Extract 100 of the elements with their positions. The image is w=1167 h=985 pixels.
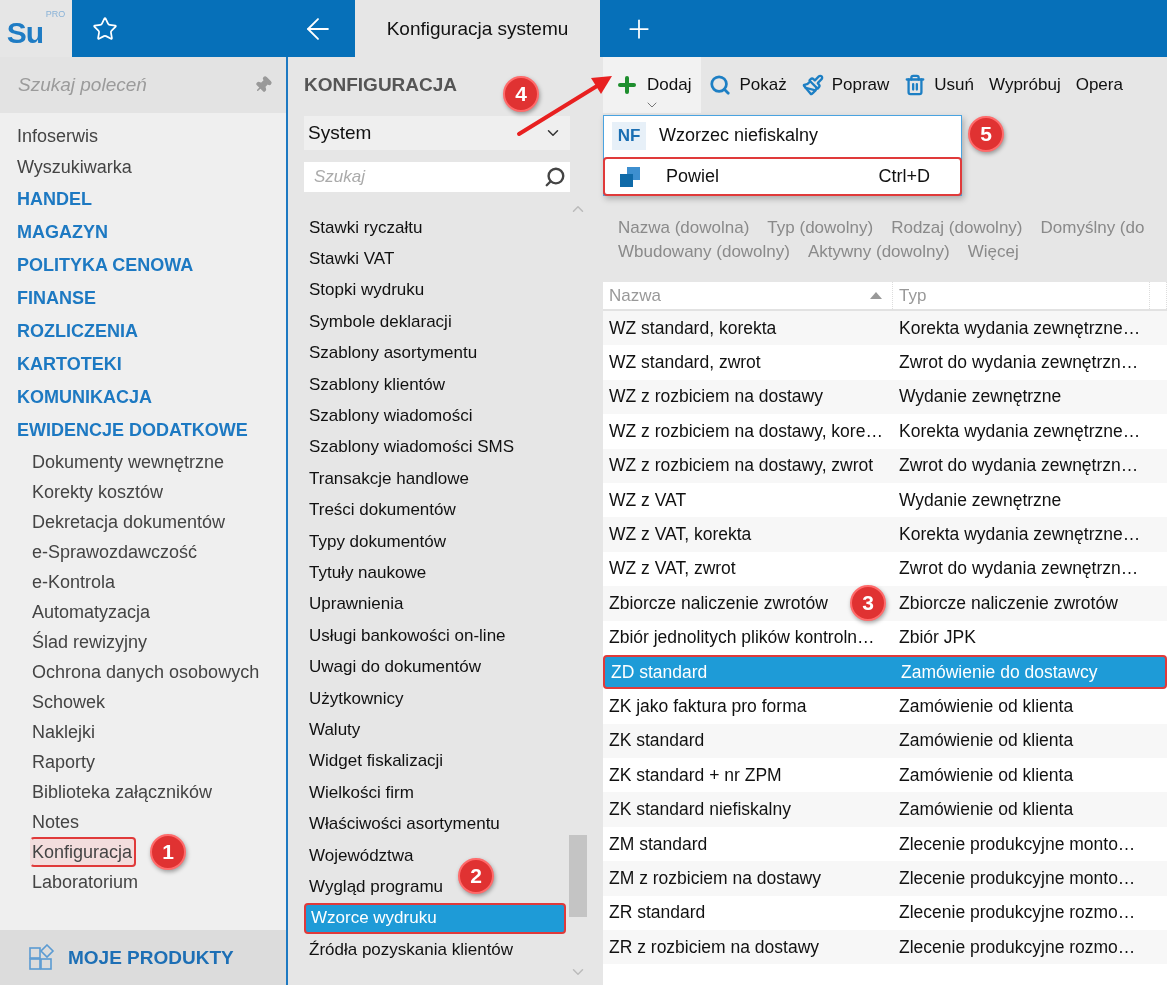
search-placeholder: Szukaj poleceń bbox=[18, 74, 147, 96]
config-list-item[interactable]: Źródła pozyskania klientów bbox=[304, 934, 518, 966]
nav-item[interactable]: Konfiguracja bbox=[30, 837, 137, 867]
table-row[interactable]: ZK standard niefiskalny Zamówienie od klienta bbox=[603, 792, 1167, 827]
nav-section[interactable]: EWIDENCJE DODATKOWE bbox=[17, 414, 248, 447]
nav-item[interactable]: Naklejki bbox=[32, 717, 96, 747]
config-list-item[interactable]: Tytuły naukowe bbox=[304, 557, 431, 589]
nav-section[interactable]: KARTOTEKI bbox=[17, 348, 122, 381]
nav-section[interactable]: MAGAZYN bbox=[17, 216, 108, 249]
table-cell: Zbiór jednolitych plików kontroln… bbox=[609, 627, 875, 649]
toolbar-button[interactable]: Dodaj bbox=[603, 57, 702, 113]
config-list-item[interactable]: Szablony wiadomości bbox=[304, 400, 477, 432]
table-cell: ZR standard bbox=[609, 902, 706, 924]
toolbar-button[interactable]: Popraw bbox=[793, 57, 897, 113]
nav-item[interactable]: Korekty kosztów bbox=[32, 477, 164, 507]
table-row[interactable]: WZ z VAT, korekta Korekta wydania zewnętrzne… bbox=[603, 517, 1167, 552]
nav-item[interactable]: Infoserwis bbox=[17, 121, 99, 152]
table-row[interactable]: WZ z rozbiciem na dostawy, zwrot Zwrot do wydania zewnętrzn… bbox=[603, 448, 1167, 483]
table-cell: Zwrot do wydania zewnętrzn… bbox=[899, 352, 1139, 374]
config-list-item[interactable]: Stawki VAT bbox=[304, 243, 399, 275]
config-list-item[interactable]: Szablony klientów bbox=[304, 368, 450, 401]
nav-item[interactable]: e-Kontrola bbox=[32, 567, 116, 597]
config-list-item[interactable]: Wielkości firm bbox=[304, 777, 418, 809]
nav-item[interactable]: Ochrona danych osobowych bbox=[32, 657, 260, 687]
table-cell: Zlecenie produkcyjne rozmo… bbox=[899, 902, 1136, 924]
table-cell: WZ z rozbiciem na dostawy bbox=[609, 386, 823, 408]
table-cell: WZ z VAT, korekta bbox=[609, 524, 752, 546]
table-cell: Zwrot do wydania zewnętrzn… bbox=[899, 455, 1139, 477]
table-cell: WZ standard, korekta bbox=[609, 317, 777, 339]
table-cell: Zwrot do wydania zewnętrzn… bbox=[899, 558, 1139, 580]
nav-section[interactable]: FINANSE bbox=[17, 282, 96, 315]
nav-item[interactable]: Biblioteka załączników bbox=[32, 777, 213, 807]
nav-item[interactable]: Ślad rewizyjny bbox=[32, 627, 148, 657]
toolbar-button[interactable]: Opera bbox=[1067, 57, 1130, 113]
nav-item[interactable]: Schowek bbox=[32, 687, 106, 717]
nav-section[interactable]: ROZLICZENIA bbox=[17, 315, 138, 348]
config-list-item[interactable]: Transakcje handlowe bbox=[304, 463, 473, 495]
nav-item[interactable]: Notes bbox=[32, 807, 80, 837]
table-row[interactable]: WZ standard, korekta Korekta wydania zewnętrzne… bbox=[603, 311, 1167, 346]
config-list-item[interactable]: Widget fiskalizacji bbox=[304, 745, 448, 778]
table-cell: Zlecenie produkcyjne monto… bbox=[899, 833, 1136, 855]
config-list-item[interactable]: Waluty bbox=[304, 714, 365, 746]
table-cell: Zamówienie do dostawcy bbox=[901, 661, 1098, 683]
table-cell: Wydanie zewnętrzne bbox=[899, 489, 1062, 511]
config-list-item[interactable]: Użytkownicy bbox=[304, 682, 408, 715]
config-list-item[interactable]: Szablony asortymentu bbox=[304, 337, 482, 369]
search-box[interactable]: Szukaj bbox=[304, 162, 570, 192]
table-row[interactable]: WZ z rozbiciem na dostawy Wydanie zewnętrzne bbox=[603, 379, 1167, 415]
table-row[interactable]: ZK standard Zamówienie od klienta bbox=[603, 723, 1167, 759]
products-button[interactable]: MOJE PRODUKTY bbox=[0, 930, 286, 985]
nav-item[interactable]: Laboratorium bbox=[32, 867, 139, 897]
step-number-badge: 2 bbox=[458, 858, 494, 894]
nav-item[interactable]: Wyszukiwarka bbox=[17, 152, 132, 183]
config-list-item[interactable]: Typy dokumentów bbox=[304, 525, 450, 558]
copy-icon bbox=[619, 165, 641, 188]
toolbar-button[interactable]: Pokaż bbox=[701, 57, 794, 113]
nav-item[interactable]: Dokumenty wewnętrzne bbox=[32, 447, 225, 477]
table-cell: WZ z VAT bbox=[609, 489, 687, 511]
config-list-item[interactable]: Stopki wydruku bbox=[304, 274, 429, 307]
nav-item[interactable]: Dekretacja dokumentów bbox=[32, 507, 226, 537]
table-cell: Zamówienie od klienta bbox=[899, 799, 1074, 821]
nav-item[interactable]: Raporty bbox=[32, 747, 96, 777]
category-select[interactable]: System bbox=[304, 116, 570, 150]
nav-section[interactable]: KOMUNIKACJA bbox=[17, 381, 152, 414]
panel-title: KONFIGURACJA bbox=[304, 73, 458, 97]
search-icon bbox=[709, 74, 732, 96]
config-list-item[interactable]: Symbole deklaracji bbox=[304, 306, 456, 338]
nav-section[interactable]: POLITYKA CENOWA bbox=[17, 249, 194, 282]
star-icon[interactable] bbox=[92, 15, 118, 42]
table-row[interactable]: ZR z rozbiciem na dostawy Zlecenie produkcyjne rozmo… bbox=[603, 930, 1167, 965]
config-list-item[interactable]: Treści dokumentów bbox=[304, 494, 460, 526]
scrollbar-thumb[interactable] bbox=[569, 835, 587, 917]
config-list-item[interactable]: Wygląd programu bbox=[304, 871, 448, 903]
config-list-item[interactable]: Uprawnienia bbox=[304, 588, 408, 621]
table-cell: WZ z VAT, zwrot bbox=[609, 558, 736, 580]
table-cell: Zbiorcze naliczenie zwrotów bbox=[899, 592, 1118, 614]
config-list-item[interactable]: Szablony wiadomości SMS bbox=[304, 431, 519, 464]
menu-item[interactable]: Powiel Ctrl+D bbox=[603, 157, 962, 196]
menu-item[interactable]: NF Wzorzec niefiskalny bbox=[604, 116, 961, 155]
toolbar-button[interactable]: Wypróbuj bbox=[981, 57, 1068, 113]
config-list-item[interactable]: Właściwości asortymentu bbox=[304, 808, 504, 840]
config-list-item[interactable]: Uwagi do dokumentów bbox=[304, 651, 485, 683]
search-field[interactable]: Szukaj bbox=[312, 166, 512, 188]
nav-item[interactable]: e-Sprawozdawczość bbox=[32, 537, 198, 567]
trash-icon bbox=[904, 74, 927, 96]
search-icon bbox=[544, 166, 566, 188]
table-cell: Korekta wydania zewnętrzne… bbox=[899, 420, 1141, 442]
config-list-item[interactable]: Usługi bankowości on-line bbox=[304, 620, 510, 652]
table-cell: Korekta wydania zewnętrzne… bbox=[899, 524, 1141, 546]
table-cell: Zamówienie od klienta bbox=[899, 696, 1074, 717]
config-list-item[interactable]: Stawki ryczałtu bbox=[304, 212, 427, 244]
blocks-icon bbox=[28, 943, 56, 972]
config-list-item[interactable]: Województwa bbox=[304, 839, 418, 872]
toolbar-button[interactable]: Usuń bbox=[896, 57, 981, 113]
table-row[interactable]: ZM z rozbiciem na dostawy Zlecenie produkcyjne monto… bbox=[603, 861, 1167, 896]
table-cell: ZK standard + nr ZPM bbox=[609, 764, 782, 786]
table-cell: ZM z rozbiciem na dostawy bbox=[609, 867, 821, 889]
nav-section[interactable]: HANDEL bbox=[17, 183, 92, 216]
nav-item[interactable]: Automatyzacja bbox=[32, 597, 151, 627]
table-cell: Korekta wydania zewnętrzne… bbox=[899, 317, 1141, 339]
